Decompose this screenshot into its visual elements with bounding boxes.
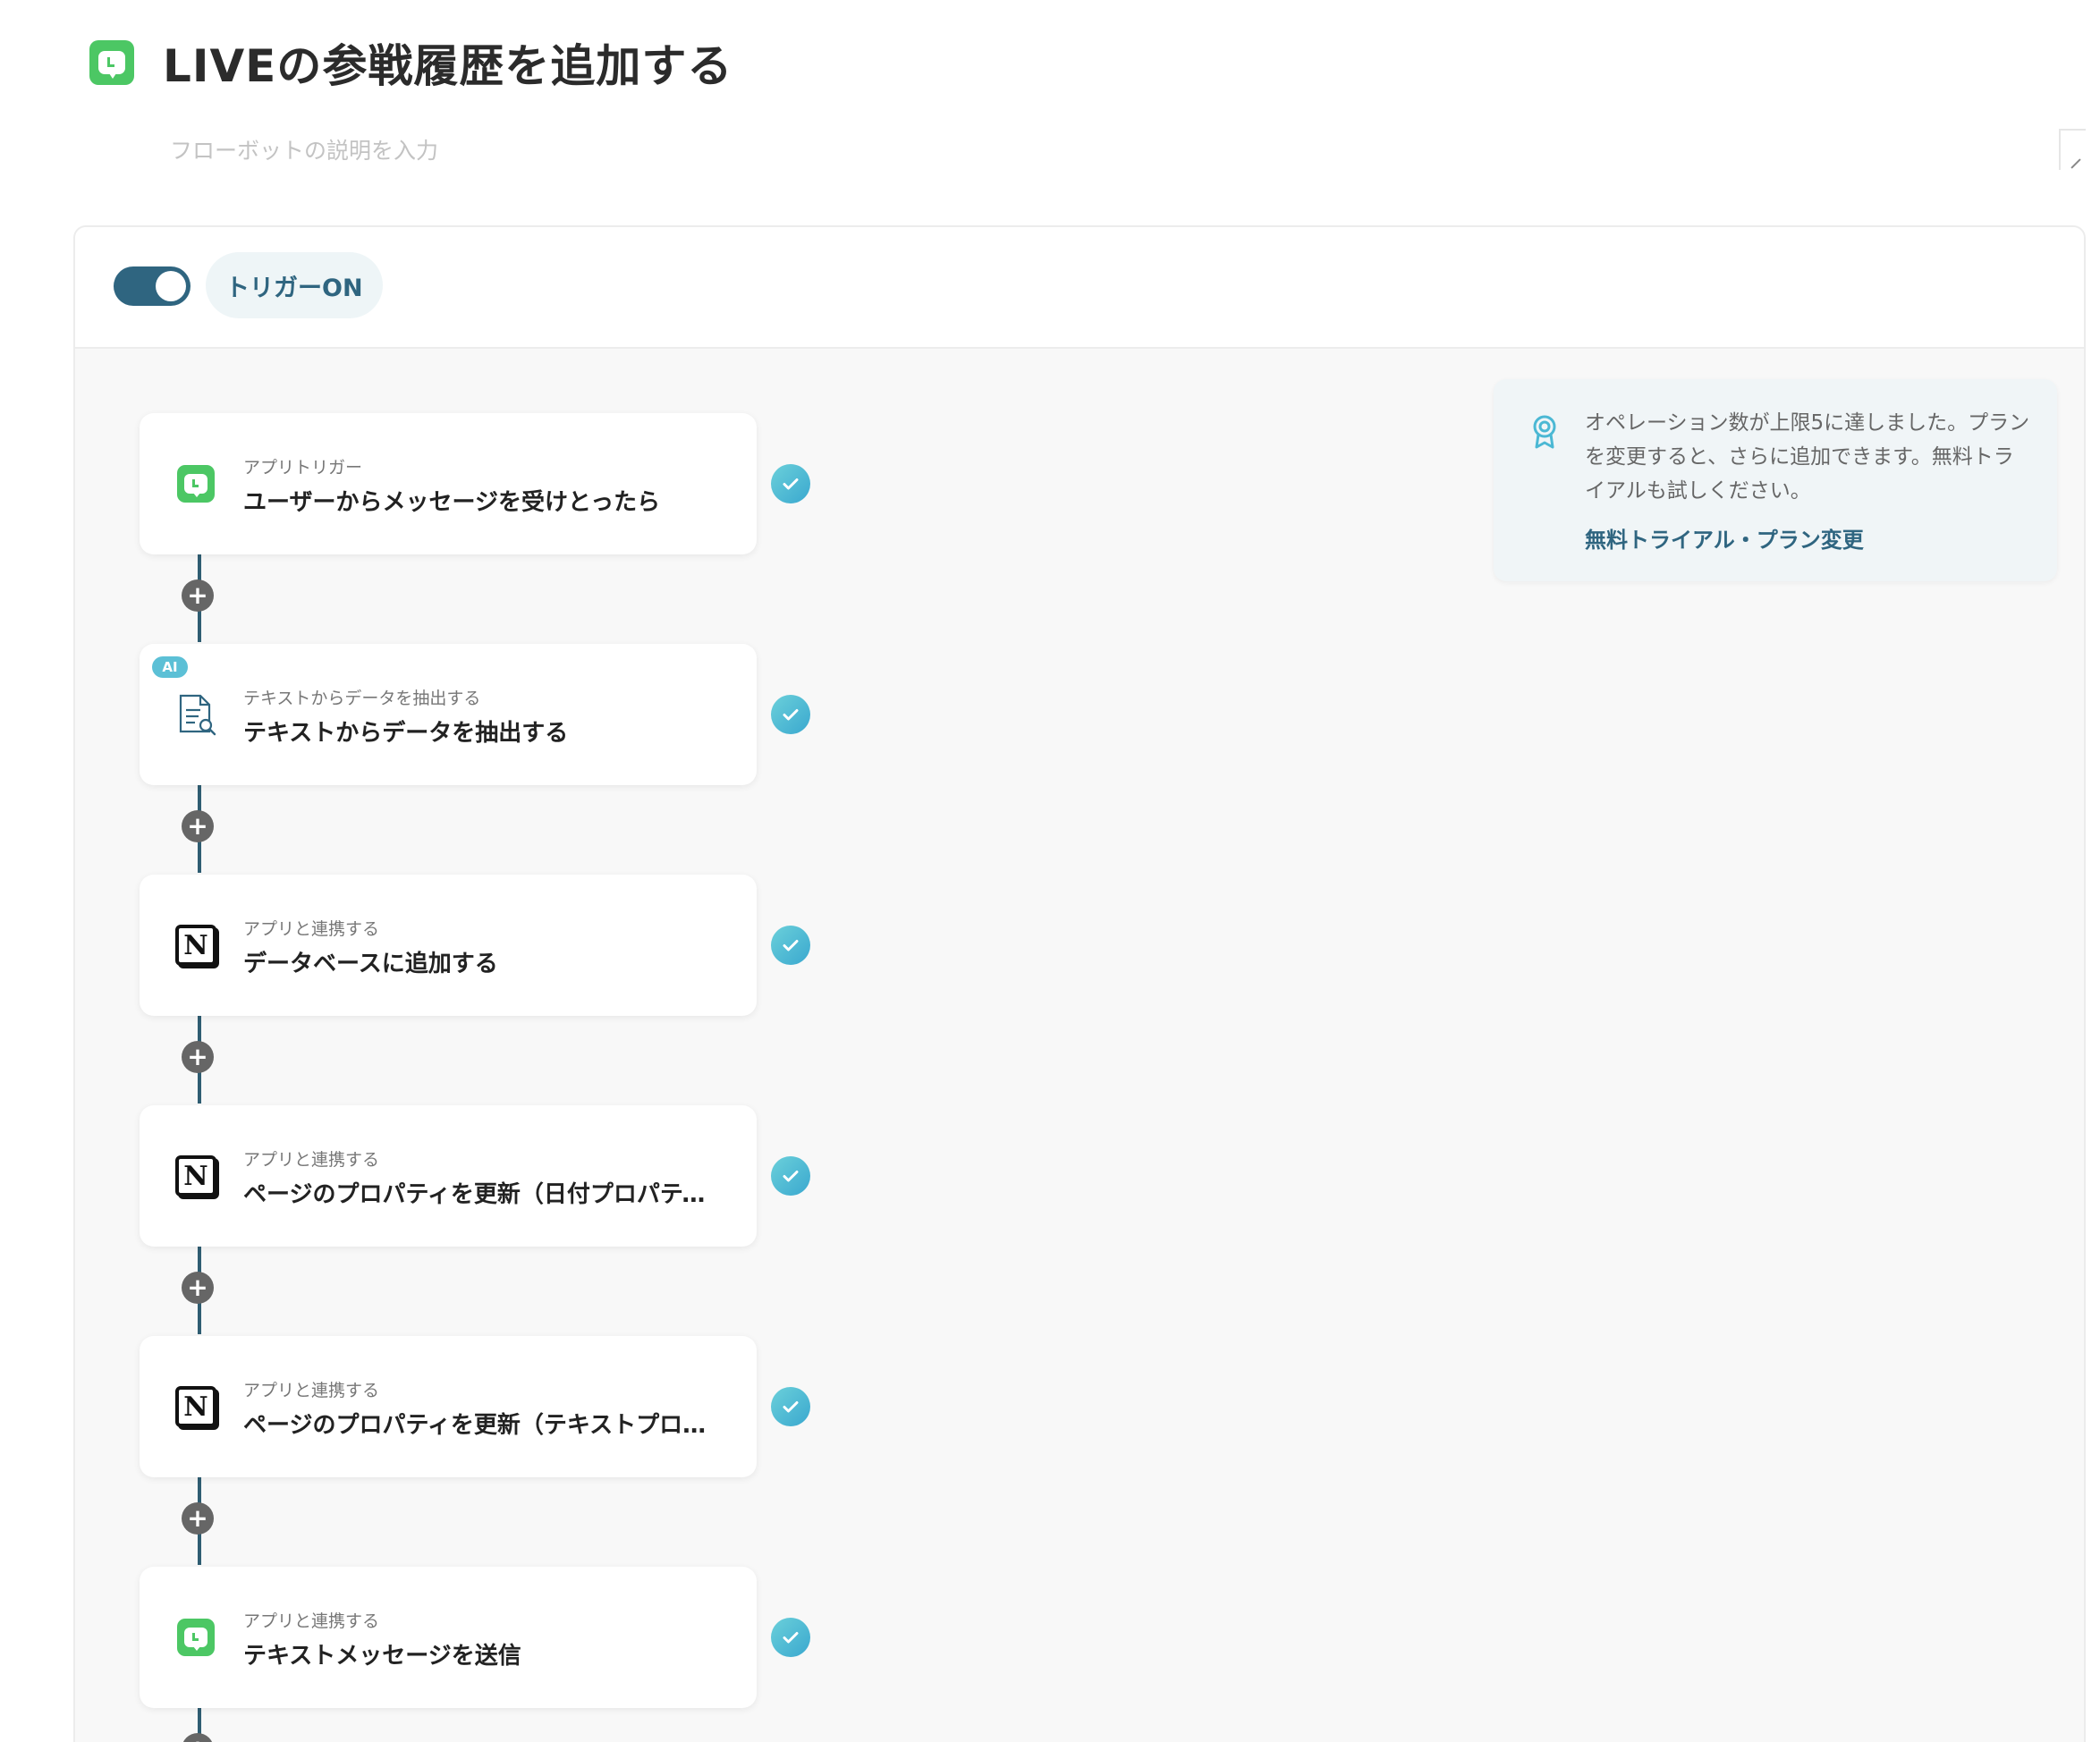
add-step-button[interactable]: + bbox=[182, 1272, 214, 1304]
notion-icon: N bbox=[175, 925, 216, 966]
step-title: テキストからデータを抽出する bbox=[243, 720, 569, 747]
notion-icon: N bbox=[175, 1386, 216, 1427]
check-icon bbox=[771, 926, 810, 965]
add-step-button[interactable]: + bbox=[182, 579, 214, 612]
document-search-icon bbox=[174, 692, 218, 737]
step-type-label: アプリと連携する bbox=[243, 1381, 380, 1400]
add-step-button[interactable]: + bbox=[182, 1733, 214, 1742]
add-step-button[interactable]: + bbox=[182, 1502, 214, 1535]
resize-handle[interactable] bbox=[2059, 129, 2086, 170]
check-icon bbox=[771, 1156, 810, 1196]
check-icon bbox=[771, 1618, 810, 1657]
description-input[interactable] bbox=[170, 130, 2073, 171]
operation-limit-notice: オペレーション数が上限5に達しました。プランを変更すると、さらに追加できます。無… bbox=[1494, 379, 2057, 581]
free-trial-plan-change-link[interactable]: 無料トライアル・プラン変更 bbox=[1585, 522, 1864, 554]
check-icon bbox=[771, 464, 810, 503]
page-title[interactable]: LIVEの参戦履歴を追加する bbox=[163, 30, 732, 95]
flow-step-card[interactable]: N アプリと連携する ページのプロパティを更新（テキストプロパ… bbox=[140, 1336, 757, 1477]
step-title: ユーザーからメッセージを受けとったら bbox=[243, 489, 661, 516]
add-step-button[interactable]: + bbox=[182, 1041, 214, 1073]
step-type-label: アプリと連携する bbox=[243, 919, 380, 939]
check-icon bbox=[771, 695, 810, 734]
notice-message: オペレーション数が上限5に達しました。プランを変更すると、さらに追加できます。無… bbox=[1585, 411, 2030, 503]
panel-header: トリガーON bbox=[75, 227, 2084, 349]
trigger-toggle[interactable] bbox=[114, 266, 191, 306]
add-step-button[interactable]: + bbox=[182, 810, 214, 842]
line-icon bbox=[177, 465, 215, 503]
award-icon bbox=[1529, 413, 1560, 452]
flow-panel: トリガーON + + + + + + アプリトリガー ユーザーからメッセージを受… bbox=[73, 225, 2086, 1742]
step-title: テキストメッセージを送信 bbox=[243, 1643, 521, 1670]
step-type-label: アプリと連携する bbox=[243, 1611, 380, 1631]
flow-step-card[interactable]: AI テキストからデータを抽出する テキストからデータを抽出する bbox=[140, 644, 757, 785]
flow-step-card[interactable]: N アプリと連携する ページのプロパティを更新（日付プロパティ） bbox=[140, 1105, 757, 1247]
toggle-knob bbox=[156, 271, 186, 301]
flow-step-card[interactable]: N アプリと連携する データベースに追加する bbox=[140, 875, 757, 1016]
check-icon bbox=[771, 1387, 810, 1426]
title-row: LIVEの参戦履歴を追加する bbox=[89, 34, 732, 92]
step-type-label: アプリと連携する bbox=[243, 1150, 380, 1170]
flow-step-card[interactable]: アプリと連携する テキストメッセージを送信 bbox=[140, 1567, 757, 1708]
step-type-label: アプリトリガー bbox=[243, 458, 363, 478]
flow-step-card[interactable]: アプリトリガー ユーザーからメッセージを受けとったら bbox=[140, 413, 757, 554]
notion-icon: N bbox=[175, 1155, 216, 1197]
line-app-icon bbox=[89, 40, 134, 85]
step-title: ページのプロパティを更新（日付プロパティ） bbox=[243, 1181, 721, 1208]
step-title: ページのプロパティを更新（テキストプロパ… bbox=[243, 1412, 721, 1439]
line-icon bbox=[177, 1619, 215, 1656]
ai-badge: AI bbox=[152, 656, 188, 678]
step-type-label: テキストからデータを抽出する bbox=[243, 689, 481, 708]
step-title: データベースに追加する bbox=[243, 951, 498, 977]
trigger-status-label: トリガーON bbox=[206, 252, 383, 318]
